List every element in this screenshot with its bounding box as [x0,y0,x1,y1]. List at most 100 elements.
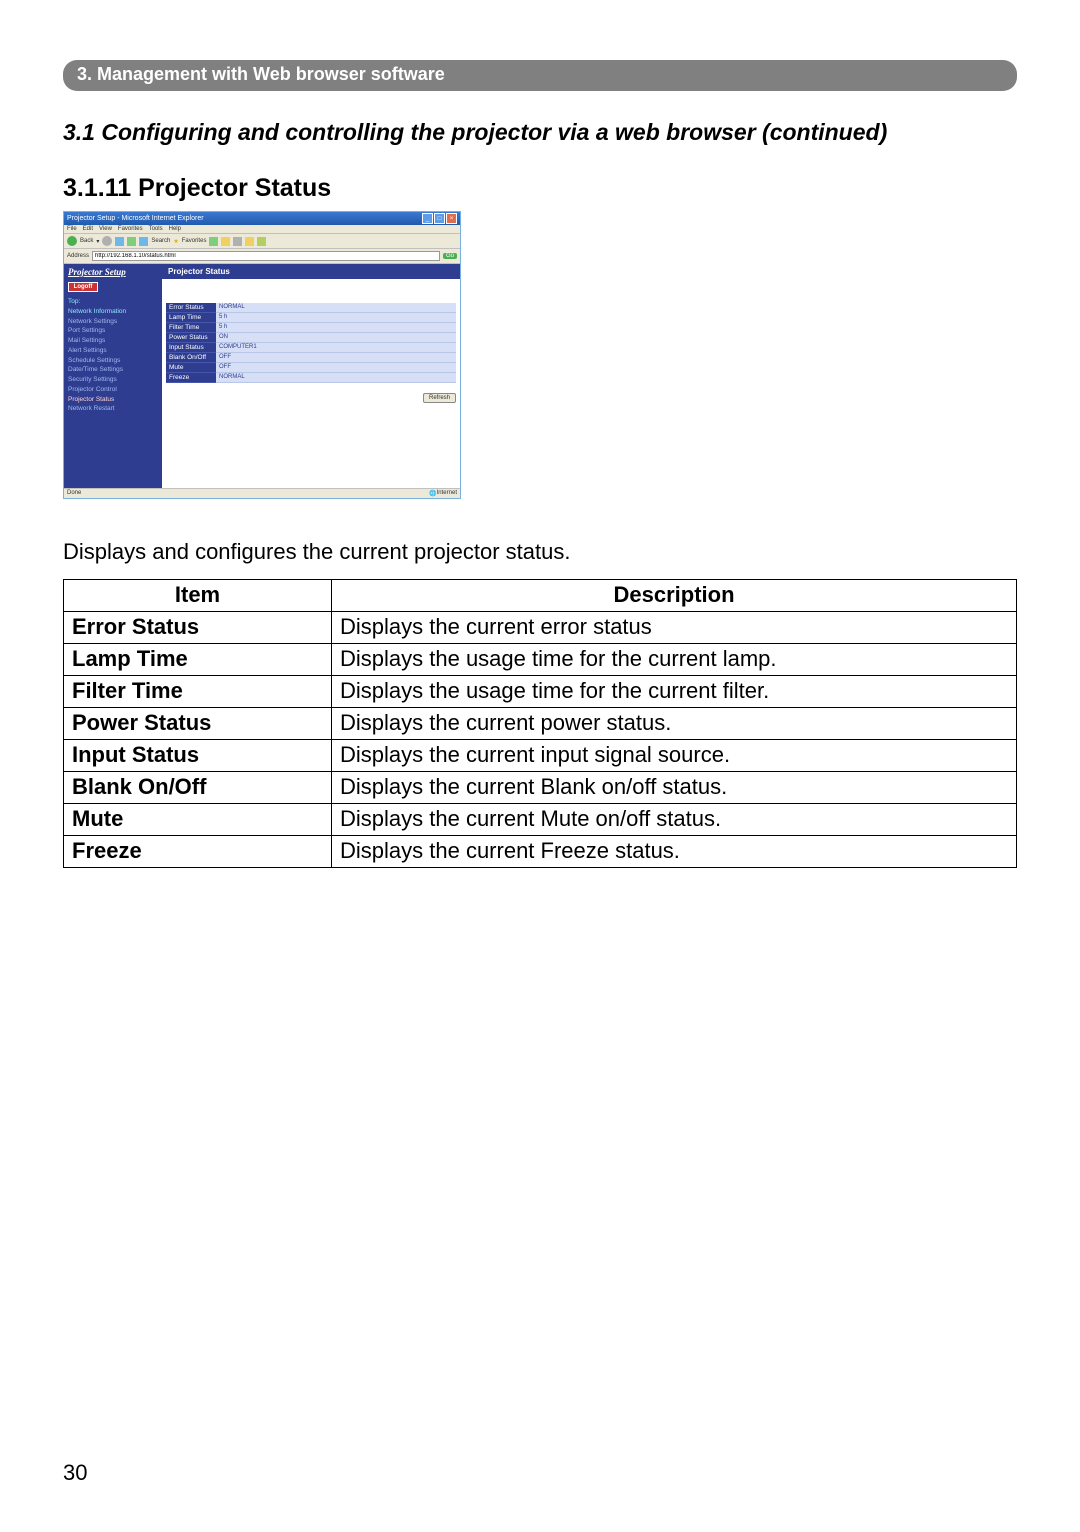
menu-item[interactable]: File [67,226,77,232]
history-icon[interactable] [209,237,218,246]
forward-icon[interactable] [102,236,112,246]
table-cell-item: Lamp Time [64,644,332,676]
status-row: Lamp Time5 h [166,313,456,323]
sidebar-item[interactable]: Projector Control [68,385,158,395]
minimize-icon[interactable]: _ [422,213,433,224]
sidebar-item[interactable]: Top: [68,297,158,307]
mail-icon[interactable] [221,237,230,246]
home-icon[interactable] [139,237,148,246]
browser-status-bar: Done 🌐 Internet [64,488,460,498]
go-button[interactable]: Go [443,253,457,259]
address-input[interactable] [92,251,440,261]
status-value: OFF [216,363,456,373]
table-header-desc: Description [332,580,1017,612]
section-title: 3.1 Configuring and controlling the proj… [63,119,1017,146]
menu-item[interactable]: Tools [149,226,163,232]
status-key: Error Status [166,303,216,313]
sidebar-item[interactable]: Schedule Settings [68,356,158,366]
refresh-icon[interactable] [127,237,136,246]
table-cell-item: Input Status [64,740,332,772]
close-icon[interactable]: × [446,213,457,224]
status-row: FreezeNORMAL [166,373,456,383]
table-row: FreezeDisplays the current Freeze status… [64,836,1017,868]
table-cell-desc: Displays the usage time for the current … [332,644,1017,676]
status-value: COMPUTER1 [216,343,456,353]
zone-icon: 🌐 [429,490,436,497]
status-row: Blank On/OffOFF [166,353,456,363]
status-zone: Internet [437,490,457,497]
sidebar-item[interactable]: Network Information [68,307,158,317]
screenshot-browser-window: Projector Setup - Microsoft Internet Exp… [63,211,461,499]
table-row: Filter TimeDisplays the usage time for t… [64,676,1017,708]
table-cell-item: Freeze [64,836,332,868]
table-row: Blank On/OffDisplays the current Blank o… [64,772,1017,804]
description-table: Item Description Error StatusDisplays th… [63,579,1017,868]
back-icon[interactable] [67,236,77,246]
menu-item[interactable]: Favorites [118,226,143,232]
status-key: Freeze [166,373,216,383]
status-key: Blank On/Off [166,353,216,363]
browser-toolbar: Back ▾ Search ★ Favorites [64,234,460,249]
table-row: Power StatusDisplays the current power s… [64,708,1017,740]
status-value: 5 h [216,323,456,333]
main-panel: Projector Status Error StatusNORMALLamp … [162,264,460,488]
table-cell-desc: Displays the current power status. [332,708,1017,740]
sidebar: Projector Setup Logoff Top:Network Infor… [64,264,162,488]
status-row: Filter Time5 h [166,323,456,333]
address-label: Address [67,253,89,259]
window-title: Projector Setup - Microsoft Internet Exp… [67,215,204,222]
favorites-label[interactable]: Favorites [182,238,207,244]
sidebar-item[interactable]: Projector Status [68,395,158,405]
address-bar: Address Go [64,249,460,264]
sidebar-item[interactable]: Security Settings [68,375,158,385]
status-value: 5 h [216,313,456,323]
chapter-heading: 3. Management with Web browser software [63,60,1017,91]
table-row: Error StatusDisplays the current error s… [64,612,1017,644]
table-cell-desc: Displays the usage time for the current … [332,676,1017,708]
sidebar-item[interactable]: Mail Settings [68,336,158,346]
print-icon[interactable] [233,237,242,246]
sidebar-item[interactable]: Alert Settings [68,346,158,356]
table-header-item: Item [64,580,332,612]
status-key: Power Status [166,333,216,343]
sidebar-item[interactable]: Network Settings [68,317,158,327]
body-text: Displays and configures the current proj… [63,539,1017,565]
window-titlebar: Projector Setup - Microsoft Internet Exp… [64,212,460,225]
sidebar-item[interactable]: Port Settings [68,326,158,336]
stop-icon[interactable] [115,237,124,246]
table-cell-item: Error Status [64,612,332,644]
table-cell-desc: Displays the current error status [332,612,1017,644]
table-row: Lamp TimeDisplays the usage time for the… [64,644,1017,676]
browser-menu-bar: File Edit View Favorites Tools Help [64,225,460,234]
table-cell-item: Blank On/Off [64,772,332,804]
table-cell-desc: Displays the current Blank on/off status… [332,772,1017,804]
menu-item[interactable]: Help [169,226,181,232]
back-label: Back [80,238,93,244]
menu-item[interactable]: View [99,226,112,232]
status-row: Power StatusON [166,333,456,343]
sidebar-item[interactable]: Date/Time Settings [68,365,158,375]
discuss-icon[interactable] [257,237,266,246]
sidebar-header: Projector Setup [68,267,158,277]
status-key: Input Status [166,343,216,353]
edit-icon[interactable] [245,237,254,246]
menu-item[interactable]: Edit [83,226,93,232]
page-number: 30 [63,1460,87,1486]
status-row: Input StatusCOMPUTER1 [166,343,456,353]
panel-title: Projector Status [162,264,460,279]
status-row: Error StatusNORMAL [166,303,456,313]
sidebar-item[interactable]: Network Restart [68,404,158,414]
status-key: Lamp Time [166,313,216,323]
table-row: MuteDisplays the current Mute on/off sta… [64,804,1017,836]
search-label[interactable]: Search [151,238,170,244]
status-key: Filter Time [166,323,216,333]
table-cell-item: Power Status [64,708,332,740]
maximize-icon[interactable]: □ [434,213,445,224]
logoff-button[interactable]: Logoff [68,282,98,292]
table-row: Input StatusDisplays the current input s… [64,740,1017,772]
status-key: Mute [166,363,216,373]
refresh-button[interactable]: Refresh [423,393,456,403]
status-value: NORMAL [216,303,456,313]
status-value: OFF [216,353,456,363]
status-value: ON [216,333,456,343]
